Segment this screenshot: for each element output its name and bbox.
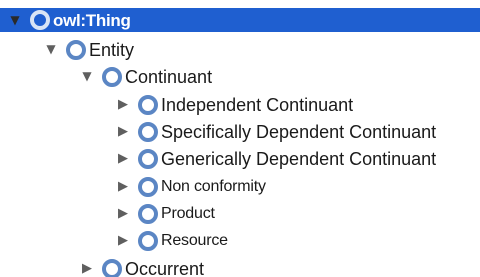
tree-node-label: Specifically Dependent Continuant	[161, 121, 437, 142]
collapse-arrow-icon[interactable]	[116, 151, 130, 166]
expand-arrow-icon[interactable]	[44, 42, 58, 57]
collapse-arrow-icon[interactable]	[116, 233, 130, 248]
class-bullet-icon	[138, 94, 158, 115]
tree-node-label: owl:Thing	[53, 10, 131, 30]
collapse-arrow-icon[interactable]	[116, 179, 130, 194]
tree-node-label: Continuant	[125, 66, 213, 87]
collapse-arrow-icon[interactable]	[116, 124, 130, 139]
class-bullet-icon	[102, 66, 122, 87]
class-bullet-icon	[138, 121, 158, 142]
tree-node-label: Generically Dependent Continuant	[161, 148, 437, 169]
tree-node-label: Non conformity	[161, 177, 266, 195]
tree-node-independent-continuant[interactable]: Independent Continuant	[0, 91, 480, 118]
class-bullet-icon	[138, 148, 158, 169]
tree-node-specifically-dependent-continuant[interactable]: Specifically Dependent Continuant	[0, 118, 480, 145]
tree-node-product[interactable]: Product	[0, 200, 480, 227]
tree-node-label: Product	[161, 204, 215, 222]
class-bullet-icon	[30, 10, 50, 30]
tree-node-label: Entity	[89, 39, 135, 60]
tree-node-label: Independent Continuant	[161, 94, 354, 115]
class-hierarchy-tree: owl:Thing Entity Continuant Independent …	[0, 0, 480, 277]
tree-node-owl-thing[interactable]: owl:Thing	[0, 8, 480, 32]
tree-node-resource[interactable]: Resource	[0, 227, 480, 254]
collapse-arrow-icon[interactable]	[116, 206, 130, 221]
collapse-arrow-icon[interactable]	[80, 261, 94, 276]
tree-node-entity[interactable]: Entity	[0, 36, 480, 63]
tree-node-occurrent[interactable]: Occurrent	[0, 255, 480, 277]
class-bullet-icon	[102, 258, 122, 277]
collapse-arrow-icon[interactable]	[116, 97, 130, 112]
tree-node-generically-dependent-continuant[interactable]: Generically Dependent Continuant	[0, 145, 480, 172]
expand-arrow-icon[interactable]	[8, 13, 22, 28]
class-bullet-icon	[138, 176, 158, 197]
class-bullet-icon	[138, 230, 158, 251]
tree-node-label: Occurrent	[125, 258, 205, 277]
tree-node-label: Resource	[161, 231, 228, 249]
tree-node-continuant[interactable]: Continuant	[0, 63, 480, 90]
expand-arrow-icon[interactable]	[80, 69, 94, 84]
tree-node-non-conformity[interactable]: Non conformity	[0, 173, 480, 200]
class-bullet-icon	[66, 39, 86, 60]
class-bullet-icon	[138, 203, 158, 224]
